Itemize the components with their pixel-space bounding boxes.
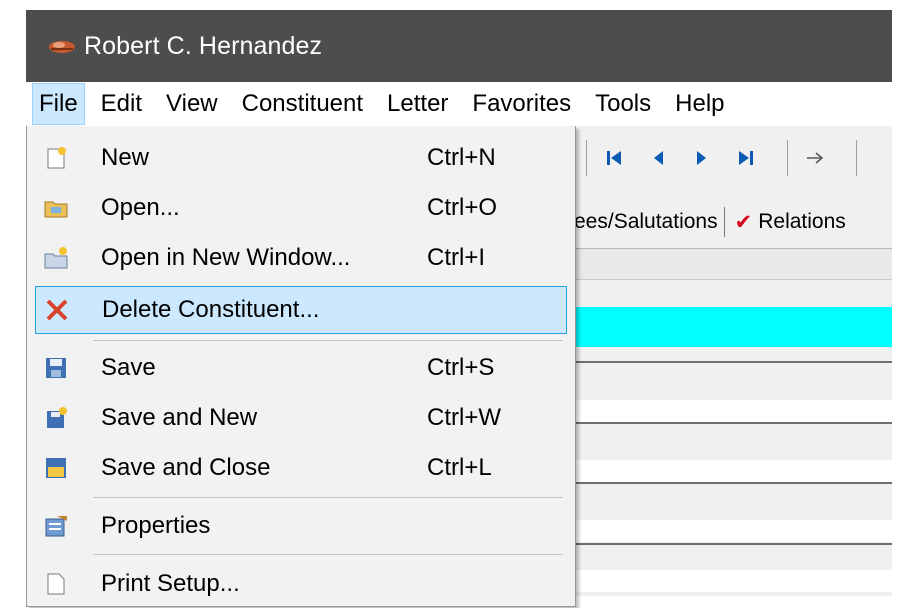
menu-tools[interactable]: Tools <box>587 84 659 124</box>
toolbar-separator <box>856 140 857 176</box>
menu-item-label: Save and New <box>101 404 258 431</box>
grid-header <box>574 249 892 280</box>
menu-item-label: Delete Constituent... <box>102 296 320 323</box>
tab-relations[interactable]: Relations <box>758 210 846 234</box>
menu-separator <box>93 340 563 341</box>
print-setup-icon <box>41 569 71 599</box>
grid-selected-row[interactable] <box>574 307 892 347</box>
menu-edit[interactable]: Edit <box>93 84 150 124</box>
grid-row[interactable] <box>574 460 892 482</box>
grid-row-line <box>574 543 892 545</box>
menu-item-new[interactable]: New Ctrl+N <box>35 134 567 182</box>
grid-row-line <box>574 361 892 363</box>
open-folder-icon <box>41 193 71 223</box>
grid-row[interactable] <box>574 400 892 422</box>
menu-separator <box>93 497 563 498</box>
menu-item-label: Properties <box>101 512 211 539</box>
next-record-icon[interactable] <box>687 143 717 173</box>
menu-item-shortcut: Ctrl+N <box>427 144 496 171</box>
first-record-icon[interactable] <box>599 143 629 173</box>
menu-favorites[interactable]: Favorites <box>464 84 579 124</box>
title-bar: Robert C. Hernandez <box>26 10 892 82</box>
menu-item-label: New <box>101 144 150 171</box>
menu-letter[interactable]: Letter <box>379 84 456 124</box>
open-new-window-icon <box>41 243 71 273</box>
menu-view[interactable]: View <box>158 84 226 124</box>
toolbar-separator <box>586 140 587 176</box>
window-title: Robert C. Hernandez <box>84 31 323 60</box>
menu-item-shortcut: Ctrl+O <box>427 194 498 221</box>
menu-item-shortcut: Ctrl+S <box>427 354 495 381</box>
grid-row-line <box>574 482 892 484</box>
previous-record-icon[interactable] <box>643 143 673 173</box>
menu-item-label: Print Setup... <box>101 570 240 597</box>
properties-icon <box>41 511 71 541</box>
menu-item-shortcut: Ctrl+I <box>427 244 486 271</box>
menu-item-properties[interactable]: Properties <box>35 502 567 550</box>
menu-item-delete-constituent[interactable]: Delete Constituent... <box>35 286 567 334</box>
menu-separator <box>93 554 563 555</box>
menu-bar: File Edit View Constituent Letter Favori… <box>26 82 892 126</box>
menu-item-print-setup[interactable]: Print Setup... <box>35 560 567 608</box>
grid-row-line <box>574 422 892 424</box>
tab-salutations[interactable]: ees/Salutations <box>574 210 718 234</box>
last-record-icon[interactable] <box>731 143 761 173</box>
delete-icon <box>42 295 72 325</box>
menu-help[interactable]: Help <box>667 84 732 124</box>
menu-item-shortcut: Ctrl+L <box>427 454 492 481</box>
menu-constituent[interactable]: Constituent <box>234 84 371 124</box>
save-icon <box>41 353 71 383</box>
new-document-icon <box>41 143 71 173</box>
menu-item-open[interactable]: Open... Ctrl+O <box>35 184 567 232</box>
app-logo-icon <box>48 38 76 54</box>
save-and-close-icon <box>41 453 71 483</box>
grid-row[interactable] <box>574 520 892 542</box>
menu-item-save-and-close[interactable]: Save and Close Ctrl+L <box>35 444 567 492</box>
file-menu-dropdown: New Ctrl+N Open... Ctrl+O Open in New Wi… <box>26 126 576 607</box>
menu-item-open-new-window[interactable]: Open in New Window... Ctrl+I <box>35 234 567 282</box>
menu-item-label: Save and Close <box>101 454 271 481</box>
menu-item-save[interactable]: Save Ctrl+S <box>35 344 567 392</box>
checkmark-icon: ✔ <box>734 210 753 234</box>
menu-item-shortcut: Ctrl+W <box>427 404 501 431</box>
menu-file[interactable]: File <box>32 83 85 125</box>
menu-item-label: Open... <box>101 194 180 221</box>
menu-item-label: Save <box>101 354 156 381</box>
record-nav-toolbar <box>574 127 892 189</box>
tab-strip: ees/Salutations ✔ Relations <box>574 196 892 249</box>
toolbar-separator <box>787 140 788 176</box>
grid-row[interactable] <box>574 570 892 592</box>
go-to-arrow-icon[interactable] <box>800 143 830 173</box>
tab-separator <box>723 207 725 237</box>
save-and-new-icon <box>41 403 71 433</box>
menu-item-label: Open in New Window... <box>101 244 351 271</box>
menu-item-save-and-new[interactable]: Save and New Ctrl+W <box>35 394 567 442</box>
